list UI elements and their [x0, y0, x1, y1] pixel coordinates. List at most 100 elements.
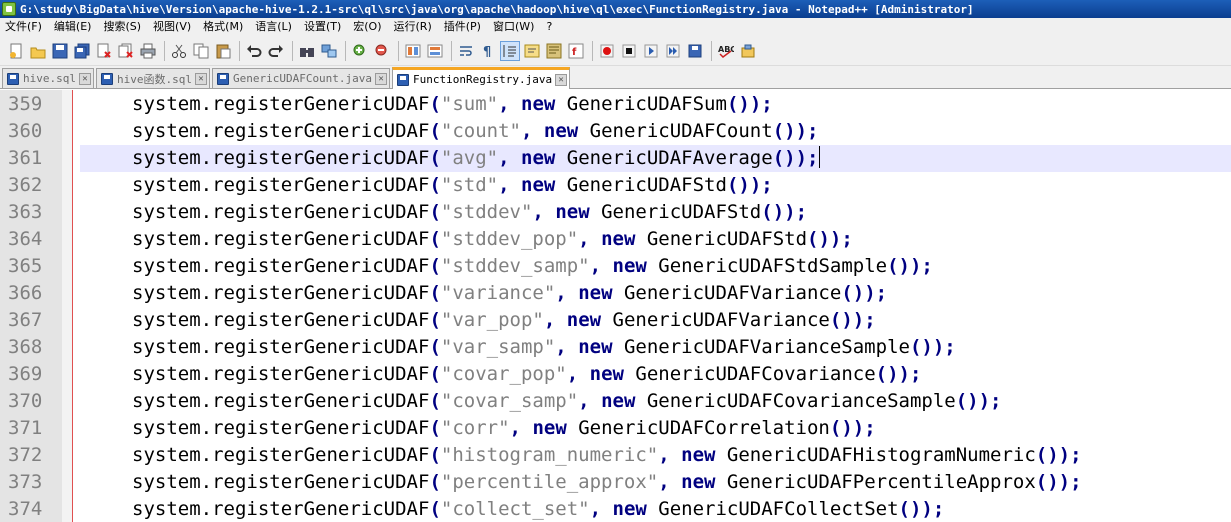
tab-genericudafcount-java[interactable]: GenericUDAFCount.java ✕ [211, 68, 391, 88]
code-line[interactable]: 359 system.registerGenericUDAF("sum", new… [0, 91, 1231, 118]
play-macro-icon[interactable] [641, 41, 661, 61]
code-method: registerGenericUDAF [212, 255, 430, 277]
close-all-icon[interactable] [116, 41, 136, 61]
save-macro-icon[interactable] [685, 41, 705, 61]
line-number: 367 [8, 309, 43, 331]
close-tab-icon[interactable]: ✕ [555, 73, 568, 86]
code-line[interactable]: 372 system.registerGenericUDAF("histogram… [0, 442, 1231, 469]
code-line[interactable]: 361 system.registerGenericUDAF("avg", new… [0, 145, 1231, 172]
code-method: registerGenericUDAF [212, 93, 430, 115]
replace-icon[interactable] [319, 41, 339, 61]
toolbar-separator [451, 40, 452, 61]
tab-label: FunctionRegistry.java [413, 73, 553, 86]
menu-edit[interactable]: 编辑(E) [48, 18, 98, 36]
menu-view[interactable]: 视图(V) [147, 18, 197, 36]
code-method: registerGenericUDAF [212, 498, 430, 520]
print-icon[interactable] [138, 41, 158, 61]
menu-help[interactable]: ? [540, 18, 558, 36]
sync-horizontal-icon[interactable] [425, 41, 445, 61]
menu-settings[interactable]: 设置(T) [298, 18, 347, 36]
code-object: system [132, 255, 201, 277]
undo-icon[interactable] [244, 41, 264, 61]
code-object: system [132, 417, 201, 439]
code-line[interactable]: 367 system.registerGenericUDAF("var_pop",… [0, 307, 1231, 334]
line-number: 371 [8, 417, 43, 439]
copy-icon[interactable] [191, 41, 211, 61]
paste-icon[interactable] [213, 41, 233, 61]
code-line[interactable]: 366 system.registerGenericUDAF("variance"… [0, 280, 1231, 307]
code-text: system.registerGenericUDAF("count", new … [132, 120, 819, 142]
line-number: 372 [8, 444, 43, 466]
code-method: registerGenericUDAF [212, 471, 430, 493]
close-tab-icon[interactable]: ✕ [194, 72, 207, 85]
code-class: GenericUDAFCollectSet [658, 498, 899, 520]
code-class: GenericUDAFStd [646, 228, 808, 250]
code-line[interactable]: 369 system.registerGenericUDAF("covar_pop… [0, 361, 1231, 388]
code-string: "count" [440, 120, 521, 142]
code-line[interactable]: 363 system.registerGenericUDAF("stddev", … [0, 199, 1231, 226]
code-line[interactable]: 370 system.registerGenericUDAF("covar_sam… [0, 388, 1231, 415]
code-line[interactable]: 362 system.registerGenericUDAF("std", new… [0, 172, 1231, 199]
window-title: G:\study\BigData\hive\Version\apache-hiv… [20, 2, 974, 16]
tab-hive-functions-sql[interactable]: hive函数.sql ✕ [95, 68, 210, 88]
toolbar-separator [239, 40, 240, 61]
close-tab-icon[interactable]: ✕ [78, 72, 91, 85]
menu-bar: 文件(F) 编辑(E) 搜索(S) 视图(V) 格式(M) 语言(L) 设置(T… [0, 18, 1231, 36]
save-all-icon[interactable] [72, 41, 92, 61]
text-caret [819, 146, 821, 168]
spell-check-icon[interactable]: ABC [716, 41, 736, 61]
code-string: "stddev_pop" [440, 228, 579, 250]
code-object: system [132, 444, 201, 466]
plugin-tool-icon[interactable] [738, 41, 758, 61]
close-tab-icon[interactable]: ✕ [375, 72, 388, 85]
notepadpp-app-icon[interactable] [2, 2, 16, 16]
code-object: system [132, 228, 201, 250]
zoom-in-icon[interactable] [350, 41, 370, 61]
code-line[interactable]: 364 system.registerGenericUDAF("stddev_po… [0, 226, 1231, 253]
redo-icon[interactable] [266, 41, 286, 61]
cut-icon[interactable] [169, 41, 189, 61]
code-method: registerGenericUDAF [212, 390, 430, 412]
save-icon[interactable] [50, 41, 70, 61]
code-method: registerGenericUDAF [212, 336, 430, 358]
menu-format[interactable]: 格式(M) [197, 18, 249, 36]
stop-macro-icon[interactable] [619, 41, 639, 61]
menu-macro[interactable]: 宏(O) [347, 18, 387, 36]
code-object: system [132, 120, 201, 142]
run-macro-multiple-icon[interactable] [663, 41, 683, 61]
menu-run[interactable]: 运行(R) [388, 18, 438, 36]
code-line[interactable]: 368 system.registerGenericUDAF("var_samp"… [0, 334, 1231, 361]
code-line[interactable]: 374 system.registerGenericUDAF("collect_s… [0, 496, 1231, 522]
menu-window[interactable]: 窗口(W) [487, 18, 540, 36]
menu-search[interactable]: 搜索(S) [97, 18, 147, 36]
code-line[interactable]: 371 system.registerGenericUDAF("corr", ne… [0, 415, 1231, 442]
user-lang-icon[interactable] [522, 41, 542, 61]
find-icon[interactable] [297, 41, 317, 61]
sync-vertical-icon[interactable] [403, 41, 423, 61]
code-keyword: new [681, 444, 716, 466]
new-file-icon[interactable] [6, 41, 26, 61]
indent-guide-icon[interactable] [500, 40, 520, 61]
show-all-chars-icon[interactable]: ¶ [478, 41, 498, 61]
record-macro-icon[interactable] [597, 41, 617, 61]
open-file-icon[interactable] [28, 41, 48, 61]
word-wrap-icon[interactable] [456, 41, 476, 61]
svg-text:ABC: ABC [718, 45, 734, 54]
code-editor[interactable]: 359 system.registerGenericUDAF("sum", new… [0, 90, 1231, 522]
code-line[interactable]: 373 system.registerGenericUDAF("percentil… [0, 469, 1231, 496]
close-file-icon[interactable] [94, 41, 114, 61]
code-class: GenericUDAFStd [601, 201, 762, 223]
tab-hive-sql[interactable]: hive.sql ✕ [2, 68, 94, 88]
code-line[interactable]: 360 system.registerGenericUDAF("count", n… [0, 118, 1231, 145]
doc-map-icon[interactable] [544, 41, 564, 61]
function-list-icon[interactable]: f [566, 41, 586, 61]
code-string: "histogram_numeric" [440, 444, 659, 466]
code-line[interactable]: 365 system.registerGenericUDAF("stddev_sa… [0, 253, 1231, 280]
menu-file[interactable]: 文件(F) [0, 18, 48, 36]
tab-functionregistry-java[interactable]: FunctionRegistry.java ✕ [392, 67, 571, 89]
menu-plugins[interactable]: 插件(P) [438, 18, 487, 36]
zoom-out-icon[interactable] [372, 41, 392, 61]
menu-language[interactable]: 语言(L) [249, 18, 298, 36]
code-keyword: new [532, 417, 567, 439]
code-string: "stddev_samp" [440, 255, 590, 277]
